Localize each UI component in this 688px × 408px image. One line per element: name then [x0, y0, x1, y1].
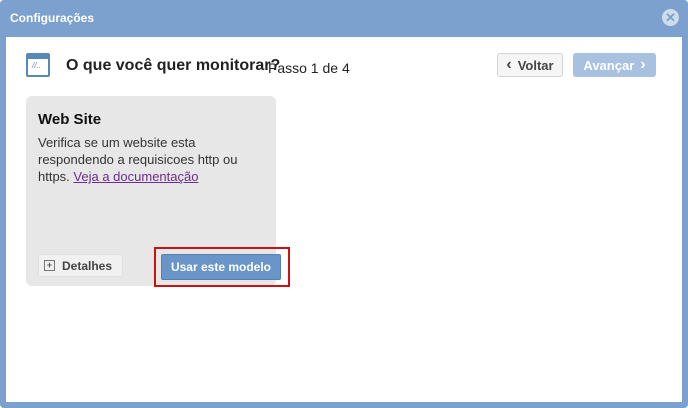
chevron-left-icon: ‹ — [506, 56, 512, 73]
template-card-website: Web Site Verifica se um website esta res… — [26, 96, 290, 287]
dialog-titlebar: Configurações ✕ — [0, 0, 688, 37]
details-button[interactable]: + Detalhes — [38, 254, 123, 277]
template-title: Web Site — [38, 111, 102, 128]
wizard-question: O que você quer monitorar? — [66, 57, 281, 74]
dialog-title: Configurações — [10, 11, 95, 25]
use-template-button[interactable]: Usar este modelo — [161, 254, 281, 280]
config-dialog: Configurações ✕ //.. O que você quer mon… — [0, 0, 688, 408]
website-template-icon: //.. — [26, 53, 50, 77]
back-button[interactable]: ‹ Voltar — [497, 53, 563, 77]
expand-plus-icon: + — [44, 260, 55, 271]
use-template-label: Usar este modelo — [170, 260, 272, 274]
close-icon[interactable]: ✕ — [662, 9, 679, 26]
chevron-right-icon: › — [640, 56, 646, 73]
next-button[interactable]: Avançar › — [573, 53, 656, 77]
details-button-label: Detalhes — [62, 258, 113, 273]
documentation-link[interactable]: Veja a documentação — [73, 169, 198, 184]
next-button-label: Avançar — [583, 57, 635, 73]
template-description: Verifica se um website esta respondendo … — [38, 134, 263, 185]
back-button-label: Voltar — [517, 57, 554, 73]
step-indicator: Passo 1 de 4 — [268, 60, 350, 76]
